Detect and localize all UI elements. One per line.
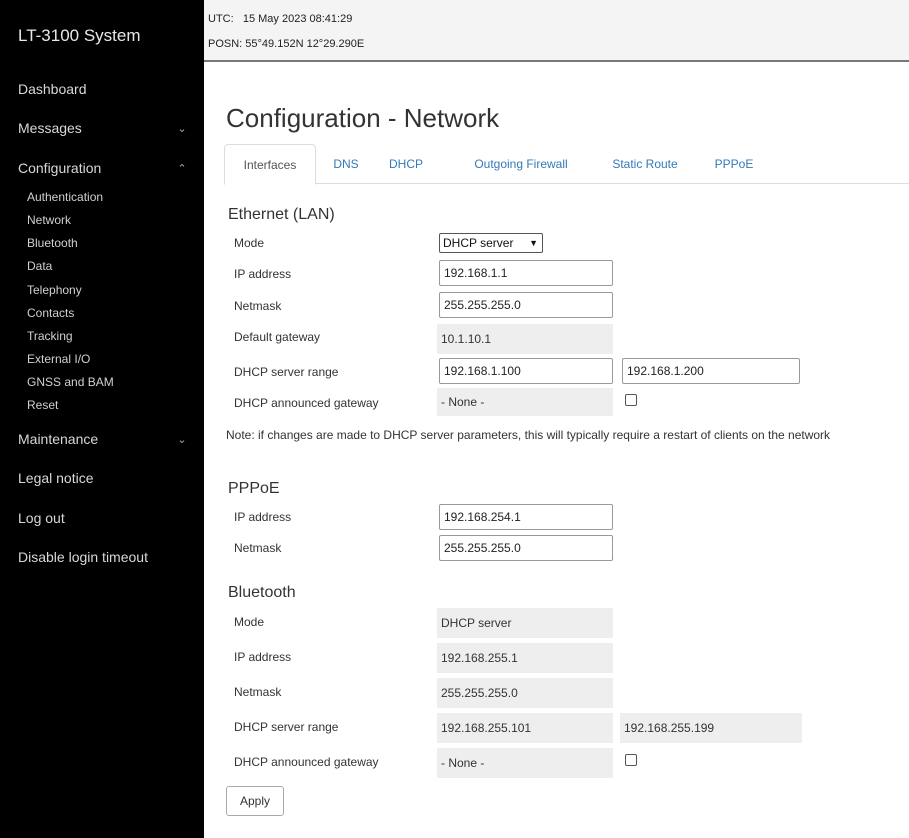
nav-maintenance[interactable]: Maintenance ⌄	[18, 431, 188, 447]
nav-messages[interactable]: Messages ⌄	[18, 120, 188, 136]
eth-mode-select[interactable]: DHCP server ▼	[439, 233, 543, 253]
status-bar: UTC: 15 May 2023 08:41:29 POSN: 55°49.15…	[204, 0, 909, 62]
bt-announced-checkbox[interactable]	[625, 754, 637, 766]
eth-range-end-input[interactable]: 192.168.1.200	[622, 358, 800, 384]
chevron-down-icon: ⌄	[177, 433, 187, 446]
sidebar-item-external-io[interactable]: External I/O	[27, 352, 90, 366]
eth-netmask-label: Netmask	[234, 299, 282, 313]
bt-ip-label: IP address	[234, 650, 292, 664]
bt-announced-label: DHCP announced gateway	[234, 755, 379, 769]
eth-mode-value: DHCP server	[443, 236, 514, 250]
sidebar-item-network[interactable]: Network	[27, 213, 71, 227]
pppoe-netmask-label: Netmask	[234, 541, 282, 555]
pppoe-section-title: PPPoE	[228, 480, 280, 497]
nav-disable-login-timeout[interactable]: Disable login timeout	[18, 549, 188, 565]
page-title: Configuration - Network	[226, 103, 500, 133]
eth-ip-label: IP address	[234, 267, 292, 281]
position-line: POSN: 55°49.152N 12°29.290E	[208, 38, 364, 50]
ethernet-section-title: Ethernet (LAN)	[228, 206, 335, 223]
posn-label: POSN:	[208, 38, 243, 50]
eth-ip-input[interactable]: 192.168.1.1	[439, 260, 613, 286]
tab-dhcp[interactable]: DHCP	[386, 144, 426, 184]
bt-mode-value: DHCP server	[437, 608, 613, 638]
brand-title: LT-3100 System	[18, 26, 141, 45]
chevron-up-icon: ⌃	[177, 162, 187, 175]
nav-dashboard-label: Dashboard	[18, 81, 87, 97]
sidebar-item-contacts[interactable]: Contacts	[27, 306, 74, 320]
sidebar-item-telephony[interactable]: Telephony	[27, 283, 82, 297]
pppoe-netmask-input[interactable]: 255.255.255.0	[439, 535, 613, 561]
bt-netmask-value: 255.255.255.0	[437, 678, 613, 708]
bt-ip-value: 192.168.255.1	[437, 643, 613, 673]
dhcp-note: Note: if changes are made to DHCP server…	[226, 428, 831, 442]
sidebar: LT-3100 System Dashboard Messages ⌄ Conf…	[0, 0, 204, 838]
apply-button[interactable]: Apply	[226, 786, 284, 816]
posn-value: 55°49.152N 12°29.290E	[245, 38, 365, 50]
eth-range-start-input[interactable]: 192.168.1.100	[439, 358, 613, 384]
eth-announced-label: DHCP announced gateway	[234, 396, 379, 410]
nav-dashboard[interactable]: Dashboard	[18, 81, 188, 97]
bt-netmask-label: Netmask	[234, 685, 282, 699]
eth-netmask-input[interactable]: 255.255.255.0	[439, 292, 613, 318]
eth-gateway-value: 10.1.10.1	[437, 324, 613, 354]
nav-configuration[interactable]: Configuration ⌃	[18, 160, 188, 176]
utc-label: UTC:	[208, 13, 234, 25]
utc-value: 15 May 2023 08:41:29	[242, 13, 353, 25]
sidebar-item-authentication[interactable]: Authentication	[27, 190, 103, 204]
bt-range-label: DHCP server range	[234, 720, 339, 734]
tab-outgoing-firewall[interactable]: Outgoing Firewall	[461, 144, 581, 184]
sidebar-item-data[interactable]: Data	[27, 259, 52, 273]
eth-range-label: DHCP server range	[234, 365, 339, 379]
eth-announced-value: - None -	[437, 388, 613, 416]
chevron-down-icon: ⌄	[177, 122, 187, 135]
bt-range-end-value: 192.168.255.199	[620, 713, 802, 743]
eth-gateway-label: Default gateway	[234, 330, 321, 344]
bt-announced-value: - None -	[437, 748, 613, 778]
chevron-down-icon: ▼	[529, 238, 538, 248]
eth-mode-label: Mode	[234, 236, 265, 250]
nav-log-out[interactable]: Log out	[18, 510, 188, 526]
pppoe-ip-input[interactable]: 192.168.254.1	[439, 504, 613, 530]
nav-disable-login-timeout-label: Disable login timeout	[18, 549, 148, 565]
tab-bar: Interfaces DNS DHCP Outgoing Firewall St…	[224, 144, 909, 185]
tab-static-route[interactable]: Static Route	[601, 144, 689, 184]
bluetooth-section-title: Bluetooth	[228, 584, 296, 601]
pppoe-ip-label: IP address	[234, 510, 292, 524]
main-content: Configuration - Network Interfaces DNS D…	[204, 62, 909, 838]
nav-configuration-label: Configuration	[18, 160, 102, 176]
nav-legal-notice[interactable]: Legal notice	[18, 470, 188, 486]
eth-announced-checkbox[interactable]	[625, 394, 637, 406]
tab-pppoe[interactable]: PPPoE	[709, 144, 759, 184]
bt-mode-label: Mode	[234, 615, 265, 629]
tab-interfaces[interactable]: Interfaces	[224, 144, 316, 185]
utc-line: UTC: 15 May 2023 08:41:29	[208, 13, 352, 25]
nav-legal-notice-label: Legal notice	[18, 470, 94, 486]
sidebar-item-tracking[interactable]: Tracking	[27, 329, 73, 343]
nav-messages-label: Messages	[18, 120, 82, 136]
sidebar-item-reset[interactable]: Reset	[27, 398, 58, 412]
sidebar-item-bluetooth[interactable]: Bluetooth	[27, 236, 78, 250]
bt-range-start-value: 192.168.255.101	[437, 713, 613, 743]
tab-dns[interactable]: DNS	[326, 144, 366, 184]
sidebar-item-gnss-bam[interactable]: GNSS and BAM	[27, 375, 114, 389]
nav-maintenance-label: Maintenance	[18, 431, 99, 447]
nav-log-out-label: Log out	[18, 510, 65, 526]
